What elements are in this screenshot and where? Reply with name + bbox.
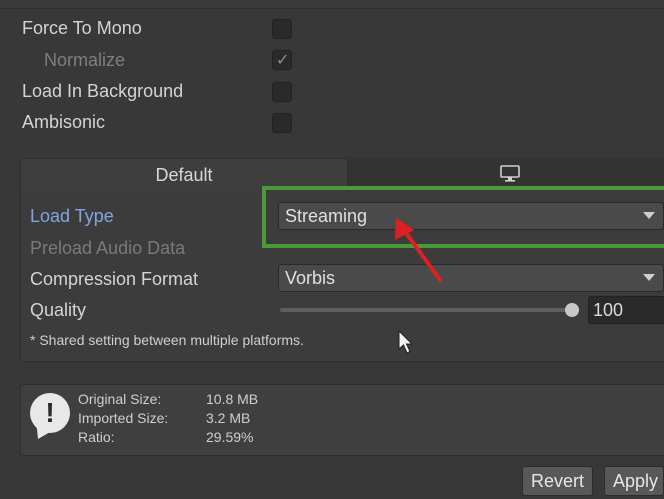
mouse-cursor-icon	[398, 330, 414, 354]
annotation-arrow-icon	[395, 218, 442, 282]
